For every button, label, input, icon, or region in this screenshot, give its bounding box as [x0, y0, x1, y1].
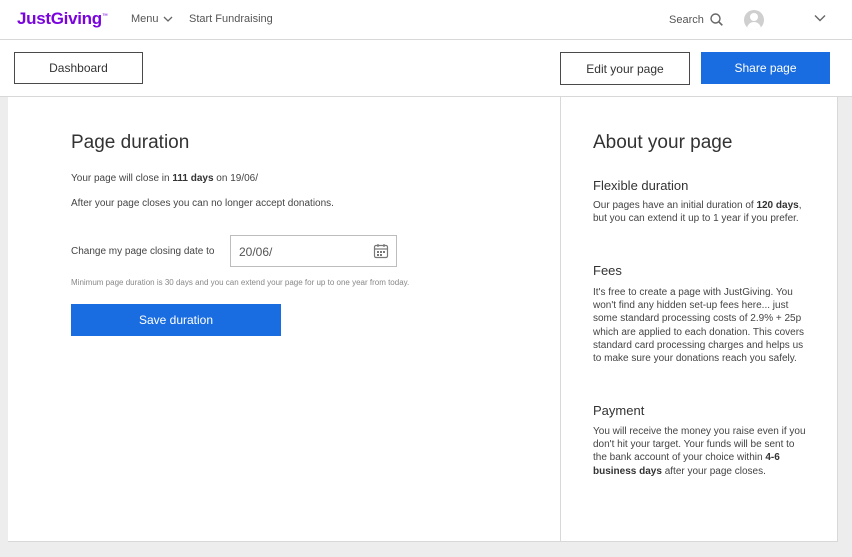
- content-bottom-border: [8, 541, 838, 542]
- fees-text: It's free to create a page with JustGivi…: [593, 287, 805, 365]
- account-chevron-down-icon[interactable]: [814, 14, 826, 22]
- payment-text: You will receive the money you raise eve…: [593, 425, 811, 478]
- flexible-days: 120 days: [756, 200, 799, 211]
- start-fundraising-link[interactable]: Start Fundraising: [189, 13, 273, 25]
- close-info-text: Your page will close in 111 days on 19/0…: [71, 173, 258, 184]
- menu-dropdown[interactable]: Menu: [131, 13, 173, 25]
- about-title: About your page: [593, 132, 733, 153]
- justgiving-logo[interactable]: JustGiving™: [17, 9, 108, 29]
- avatar-head: [750, 13, 758, 21]
- search-button[interactable]: Search: [669, 13, 723, 26]
- closing-date-label: Change my page closing date to: [71, 246, 215, 257]
- flexible-duration-heading: Flexible duration: [593, 178, 689, 193]
- logo-text: JustGiving: [17, 9, 102, 28]
- closing-date-value: 20/06/: [239, 245, 273, 259]
- menu-label: Menu: [131, 13, 159, 25]
- close-suffix: on 19/06/: [213, 173, 258, 184]
- page-duration-title: Page duration: [71, 132, 190, 153]
- avatar-icon[interactable]: [744, 10, 764, 30]
- flexible-text-1: Our pages have an initial duration of: [593, 200, 757, 211]
- payment-text-2: after your page closes.: [661, 465, 766, 477]
- logo-trademark: ™: [101, 13, 108, 20]
- dashboard-button[interactable]: Dashboard: [14, 52, 143, 84]
- page-action-bar: Dashboard Edit your page Share page: [0, 40, 852, 97]
- duration-hint: Minimum page duration is 30 days and you…: [71, 278, 410, 287]
- search-icon: [710, 13, 723, 26]
- top-navigation: JustGiving™ Menu Start Fundraising Searc…: [0, 0, 852, 40]
- about-page-panel: About your page Flexible duration Our pa…: [561, 97, 838, 541]
- calendar-icon[interactable]: [373, 243, 389, 259]
- flexible-duration-text: Our pages have an initial duration of 12…: [593, 199, 811, 225]
- page-duration-panel: Page duration Your page will close in 11…: [8, 97, 561, 541]
- close-prefix: Your page will close in: [71, 173, 173, 184]
- after-close-text: After your page closes you can no longer…: [71, 198, 334, 209]
- share-page-button[interactable]: Share page: [701, 52, 830, 84]
- payment-heading: Payment: [593, 403, 645, 418]
- closing-date-input[interactable]: 20/06/: [230, 235, 397, 267]
- close-days: 111 days: [172, 173, 214, 184]
- avatar-body: [747, 22, 761, 30]
- save-duration-button[interactable]: Save duration: [71, 304, 281, 336]
- edit-page-button[interactable]: Edit your page: [560, 52, 690, 85]
- chevron-down-icon: [163, 16, 172, 22]
- search-label: Search: [669, 13, 704, 26]
- fees-heading: Fees: [593, 263, 622, 278]
